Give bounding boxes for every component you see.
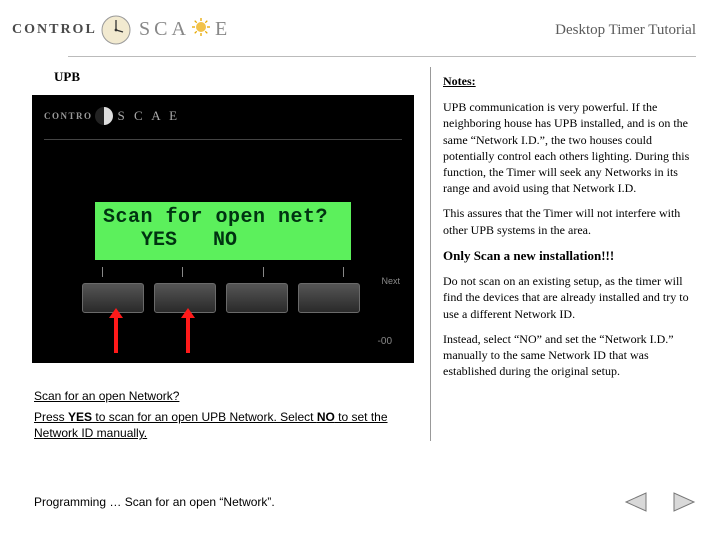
notes-panel: Notes: UPB communication is very powerfu… (430, 67, 710, 441)
caption-body: Press YES to scan for an open UPB Networ… (34, 409, 414, 441)
logo-scape-text: SCA E (139, 15, 249, 46)
device-screenshot: CONTRO S C A E Scan for open net? YESNO … (32, 95, 414, 363)
device-divider (44, 139, 402, 140)
clock-icon (100, 14, 132, 46)
logo: CONTROL SCA E (12, 14, 249, 46)
device-button-4 (298, 283, 360, 313)
arrow-indicator-2 (186, 317, 190, 353)
device-button-3 (226, 283, 288, 313)
device-logo: CONTRO S C A E (44, 107, 180, 125)
caption-title: Scan for an open Network? (34, 389, 414, 403)
caption-pre: Press (34, 410, 68, 424)
notes-p2: This assures that the Timer will not int… (443, 205, 702, 237)
notes-heading: Notes: (443, 73, 702, 89)
caption-no: NO (317, 410, 335, 424)
arrow-indicator-1 (114, 317, 118, 353)
tutorial-title: Desktop Timer Tutorial (555, 22, 696, 39)
svg-text:SCA: SCA (139, 18, 190, 40)
device-minus: -00 (378, 336, 392, 347)
left-column: UPB CONTRO S C A E Scan for open net? YE… (32, 67, 414, 441)
nav-controls (622, 491, 698, 513)
main-content: UPB CONTRO S C A E Scan for open net? YE… (0, 57, 720, 441)
notes-p4: Do not scan on an existing setup, as the… (443, 273, 702, 322)
caption-yes: YES (68, 410, 92, 424)
caption-mid: to scan for an open UPB Network. Select (92, 410, 317, 424)
lcd-yes: YES (141, 229, 177, 252)
svg-text:E: E (215, 18, 231, 40)
logo-control-text: CONTROL (12, 22, 97, 38)
tick-marks (102, 267, 344, 277)
device-button-row (82, 283, 360, 313)
notes-p5: Instead, select “NO” and set the “Networ… (443, 331, 702, 380)
notes-p3: Only Scan a new installation!!! (443, 247, 702, 265)
lcd-no: NO (213, 229, 237, 252)
footer-text: Programming … Scan for an open “Network”… (34, 495, 275, 509)
next-label: Next (381, 276, 400, 286)
lcd-options: YES NO (103, 229, 343, 252)
scape-svg: SCA E (139, 15, 249, 41)
notes-p1: UPB communication is very powerful. If t… (443, 99, 702, 196)
lcd-screen: Scan for open net? YES NO (95, 202, 351, 260)
lcd-prompt: Scan for open net? (103, 206, 343, 229)
moon-icon (95, 107, 113, 125)
next-arrow-icon[interactable] (670, 491, 698, 513)
page-header: CONTROL SCA E (0, 0, 720, 54)
footer: Programming … Scan for an open “Network”… (34, 491, 698, 513)
prev-arrow-icon[interactable] (622, 491, 650, 513)
section-title: UPB (54, 69, 414, 85)
device-logo-control: CONTRO (44, 111, 93, 121)
device-logo-scape: S C A E (118, 108, 181, 124)
